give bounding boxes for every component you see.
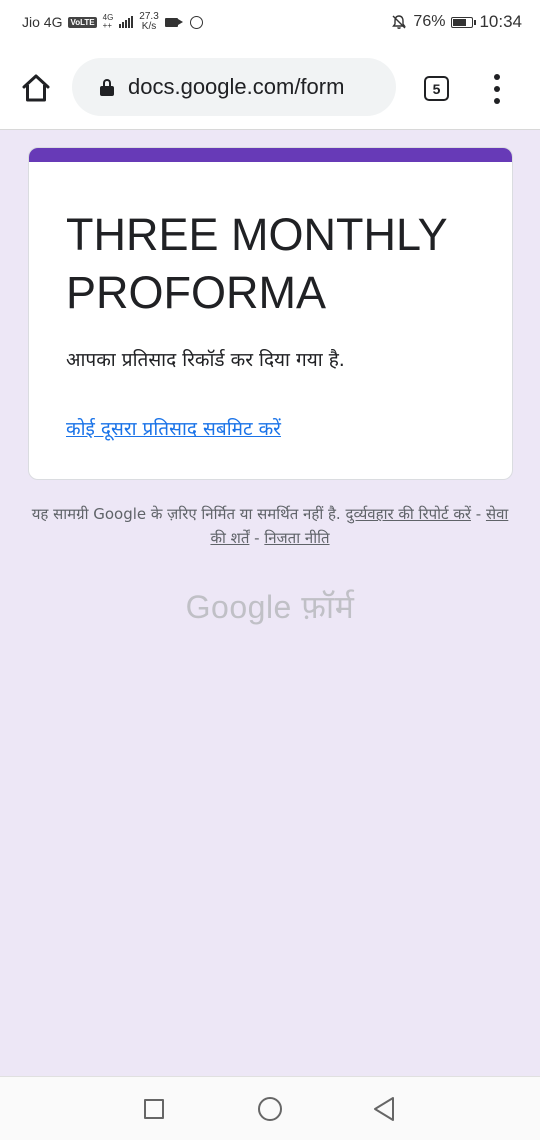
mute-notifications-icon (392, 15, 407, 29)
network-speed: 27.3 K/s (139, 12, 158, 32)
status-right: 76% 10:34 (391, 12, 522, 32)
recents-button[interactable] (144, 1099, 164, 1119)
clock: 10:34 (479, 12, 522, 31)
carrier-label: Jio 4G (22, 14, 63, 30)
home-button[interactable] (258, 1097, 282, 1121)
battery-percent: 76% (413, 13, 446, 30)
signal-icon (119, 16, 134, 28)
card-accent-bar (29, 148, 512, 162)
google-forms-logo[interactable]: Google फ़ॉर्म (0, 585, 540, 628)
lock-icon (100, 79, 114, 96)
tab-switcher-button[interactable]: 5 (424, 76, 449, 101)
form-confirmation-card: THREE MONTHLY PROFORMA आपका प्रतिसाद रिक… (28, 147, 513, 480)
submit-another-response-link[interactable]: कोई दूसरा प्रतिसाद सबमिट करें (66, 415, 281, 441)
battery-icon (451, 16, 477, 28)
system-navigation-bar (0, 1076, 540, 1140)
footer-disclaimer: यह सामग्री Google के ज़रिए निर्मित या सम… (30, 502, 510, 550)
status-bar: Jio 4G VoLTE 4G ++ 27.3 K/s 76% 10:34 (0, 0, 540, 44)
overflow-menu-icon[interactable] (492, 74, 502, 104)
address-bar[interactable]: docs.google.com/form (72, 58, 396, 116)
response-recorded-message: आपका प्रतिसाद रिकॉर्ड कर दिया गया है. (66, 349, 345, 371)
speed-unit: K/s (141, 21, 157, 32)
separator: - (249, 529, 265, 547)
network-type: 4G ++ (103, 14, 114, 30)
form-title: THREE MONTHLY PROFORMA (66, 209, 447, 318)
status-left: Jio 4G VoLTE 4G ++ 27.3 K/s (22, 12, 203, 32)
privacy-policy-link[interactable]: निजता नीति (264, 529, 329, 547)
home-icon[interactable] (20, 72, 52, 104)
network-sub-label: ++ (102, 21, 112, 30)
whatsapp-icon (189, 15, 203, 29)
back-button[interactable] (372, 1096, 396, 1122)
browser-toolbar: docs.google.com/form 5 (0, 44, 540, 130)
report-abuse-link[interactable]: दुर्व्यवहार की रिपोर्ट करें (346, 505, 471, 523)
url-text[interactable]: docs.google.com/form (128, 74, 344, 100)
separator: - (470, 505, 486, 523)
volte-badge: VoLTE (68, 16, 97, 28)
video-call-icon (164, 17, 183, 27)
disclaimer-text: यह सामग्री Google के ज़रिए निर्मित या सम… (31, 505, 341, 523)
